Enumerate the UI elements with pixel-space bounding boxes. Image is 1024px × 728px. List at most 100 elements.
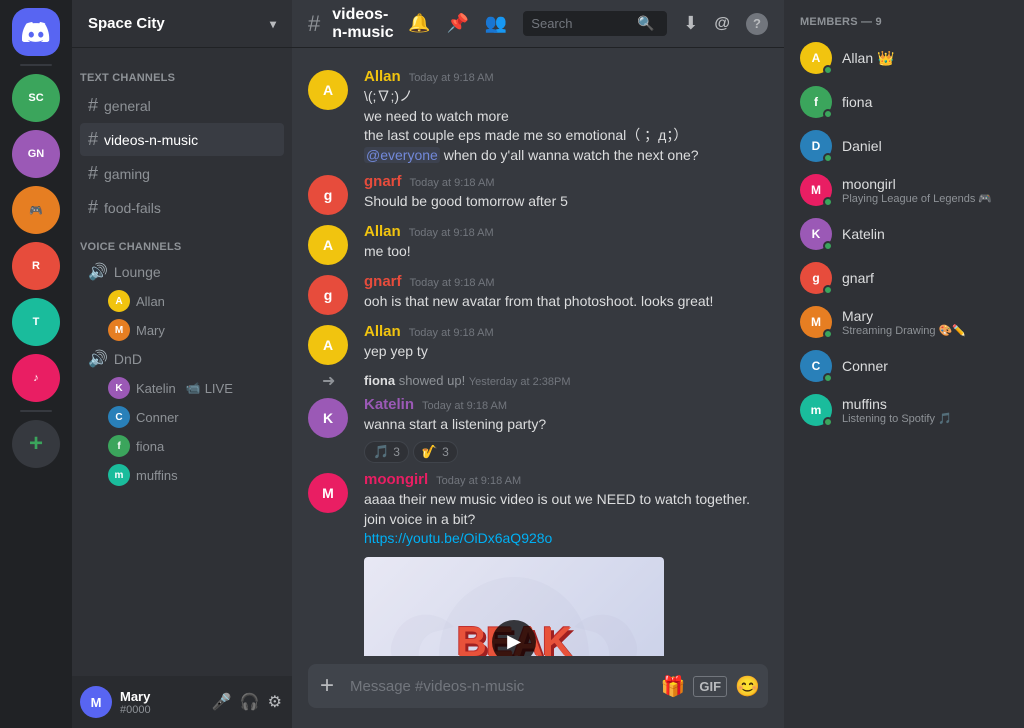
- server-icon-1[interactable]: SC: [12, 74, 60, 122]
- message-author[interactable]: Allan: [364, 223, 401, 240]
- main-content: # videos-n-music 🔔 📌 👥 🔍 ⬇ @ ? A Allan T…: [292, 0, 784, 728]
- member-item-moongirl[interactable]: M moongirl Playing League of Legends 🎮: [792, 168, 1016, 212]
- message-text: me too!: [364, 242, 768, 262]
- member-item-mary[interactable]: M Mary Streaming Drawing 🎨✏️: [792, 300, 1016, 344]
- server-divider: [20, 64, 52, 66]
- text-channels-category[interactable]: TEXT CHANNELS: [72, 56, 292, 88]
- member-item-muffins[interactable]: m muffins Listening to Spotify 🎵: [792, 388, 1016, 432]
- system-message-time: Yesterday at 2:38PM: [469, 376, 571, 388]
- user-settings-icon[interactable]: ⚙: [266, 690, 284, 714]
- member-activity-mary: Streaming Drawing 🎨✏️: [842, 324, 1008, 337]
- voice-user-conner-avatar: C: [108, 406, 130, 428]
- message-author[interactable]: gnarf: [364, 273, 402, 290]
- voice-user-katelin[interactable]: K Katelin 📹 LIVE: [80, 374, 284, 402]
- video-link[interactable]: https://youtu.be/OiDx6aQ928o: [364, 530, 552, 546]
- voice-user-muffins[interactable]: m muffins: [80, 461, 284, 489]
- message-text: ooh is that new avatar from that photosh…: [364, 292, 768, 312]
- message-author[interactable]: Allan: [364, 68, 401, 85]
- add-attachment-button[interactable]: +: [316, 664, 338, 708]
- server-name-label: Space City: [88, 15, 165, 32]
- channel-name-videos-n-music: videos-n-music: [104, 132, 236, 148]
- member-item-conner[interactable]: C Conner: [792, 344, 1016, 388]
- message-group-gnarf-2: g gnarf Today at 9:18 AM ooh is that new…: [292, 269, 784, 319]
- pin-icon[interactable]: 📌: [446, 13, 468, 34]
- member-info: muffins Listening to Spotify 🎵: [842, 396, 1008, 425]
- microphone-icon[interactable]: 🎤: [210, 690, 234, 714]
- member-name-muffins: muffins: [842, 396, 1008, 412]
- member-name-mary: Mary: [842, 308, 1008, 324]
- hash-icon: #: [88, 95, 98, 116]
- channel-name-food-fails: food-fails: [104, 200, 276, 216]
- member-item-gnarf[interactable]: g gnarf: [792, 256, 1016, 300]
- discord-home-button[interactable]: [12, 8, 60, 56]
- channel-item-videos-n-music[interactable]: # videos-n-music 👤 ⚙: [80, 123, 284, 156]
- status-indicator: [823, 285, 833, 295]
- message-group-moongirl: M moongirl Today at 9:18 AM aaaa their n…: [292, 467, 784, 656]
- voice-user-fiona[interactable]: f fiona: [80, 432, 284, 460]
- server-name-header[interactable]: Space City ▾: [72, 0, 292, 48]
- message-header: gnarf Today at 9:18 AM: [364, 173, 768, 190]
- message-author[interactable]: Allan: [364, 323, 401, 340]
- hash-icon: #: [88, 129, 98, 150]
- help-icon[interactable]: ?: [746, 13, 768, 35]
- message-timestamp: Today at 9:18 AM: [409, 227, 494, 239]
- chat-header: # videos-n-music 🔔 📌 👥 🔍 ⬇ @ ?: [292, 0, 784, 48]
- video-thumbnail[interactable]: BEAK ▶: [364, 557, 664, 656]
- member-item-daniel[interactable]: D Daniel: [792, 124, 1016, 168]
- channel-item-food-fails[interactable]: # food-fails: [80, 191, 284, 224]
- server-icon-5[interactable]: T: [12, 298, 60, 346]
- message-author[interactable]: moongirl: [364, 471, 428, 488]
- headset-icon[interactable]: 🎧: [238, 690, 262, 714]
- message-avatar: g: [308, 275, 348, 315]
- member-avatar-allan: A: [800, 42, 832, 74]
- chat-input-container: + 🎁 GIF 😊: [308, 664, 768, 708]
- message-input[interactable]: [346, 666, 653, 707]
- add-server-button[interactable]: +: [12, 420, 60, 468]
- server-sidebar: SC GN 🎮 R T ♪ +: [0, 0, 72, 728]
- server-icon-6[interactable]: ♪: [12, 354, 60, 402]
- message-content: Allan Today at 9:18 AM \(;∇;)ノ we need t…: [364, 68, 768, 165]
- member-item-katelin[interactable]: K Katelin: [792, 212, 1016, 256]
- voice-channel-dnd[interactable]: 🔊 DnD: [80, 345, 284, 373]
- member-avatar-daniel: D: [800, 130, 832, 162]
- mention-icon[interactable]: @: [714, 15, 730, 33]
- member-item-fiona[interactable]: f fiona: [792, 80, 1016, 124]
- message-content: gnarf Today at 9:18 AM ooh is that new a…: [364, 273, 768, 315]
- member-info: Allan 👑: [842, 50, 1008, 67]
- download-icon[interactable]: ⬇: [683, 13, 698, 34]
- voice-user-fiona-avatar: f: [108, 435, 130, 457]
- voice-channels-category[interactable]: VOICE CHANNELS: [72, 225, 292, 257]
- video-embed: BEAK ▶: [364, 557, 664, 656]
- current-user-avatar[interactable]: M: [80, 686, 112, 718]
- settings-channel-icon[interactable]: ⚙: [263, 131, 276, 148]
- current-user-discriminator: #0000: [120, 704, 202, 716]
- voice-channel-lounge[interactable]: 🔊 Lounge: [80, 258, 284, 286]
- voice-user-mary[interactable]: M Mary: [80, 316, 284, 344]
- voice-user-allan[interactable]: A Allan: [80, 287, 284, 315]
- message-author[interactable]: gnarf: [364, 173, 402, 190]
- message-avatar: A: [308, 325, 348, 365]
- voice-user-conner[interactable]: C Conner: [80, 403, 284, 431]
- message-author[interactable]: Katelin: [364, 396, 414, 413]
- channel-item-general[interactable]: # general: [80, 89, 284, 122]
- add-user-channel-icon[interactable]: 👤: [242, 131, 259, 148]
- reaction-musical-note[interactable]: 🎵 3: [364, 441, 409, 463]
- message-avatar: g: [308, 175, 348, 215]
- server-icon-2[interactable]: GN: [12, 130, 60, 178]
- search-input[interactable]: [531, 16, 631, 31]
- emoji-button[interactable]: 😊: [735, 674, 760, 699]
- message-timestamp: Today at 9:18 AM: [409, 327, 494, 339]
- current-user-info: Mary #0000: [120, 689, 202, 716]
- member-avatar-conner: C: [800, 350, 832, 382]
- channel-item-gaming[interactable]: # gaming: [80, 157, 284, 190]
- gift-icon[interactable]: 🎁: [661, 674, 686, 699]
- gif-button[interactable]: GIF: [693, 676, 727, 697]
- reaction-saxophone[interactable]: 🎷 3: [413, 441, 458, 463]
- current-user-name: Mary: [120, 689, 202, 704]
- server-icon-4[interactable]: R: [12, 242, 60, 290]
- server-icon-3[interactable]: 🎮: [12, 186, 60, 234]
- members-icon[interactable]: 👥: [485, 13, 507, 34]
- member-item-allan[interactable]: A Allan 👑: [792, 36, 1016, 80]
- notification-bell-icon[interactable]: 🔔: [408, 13, 430, 34]
- member-avatar-moongirl: M: [800, 174, 832, 206]
